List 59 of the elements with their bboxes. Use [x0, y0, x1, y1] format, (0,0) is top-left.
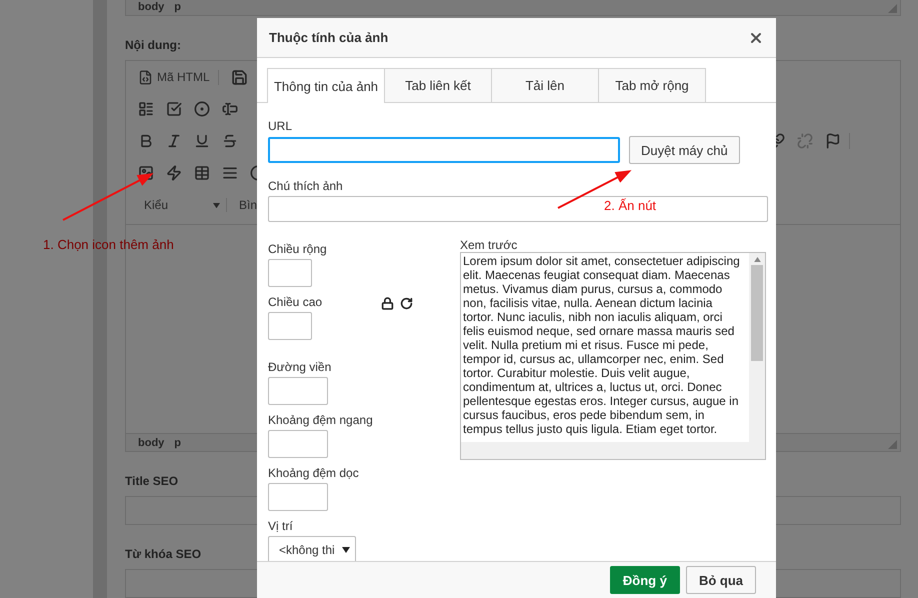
format-dropdown[interactable]: Bìn	[239, 198, 258, 212]
style-dropdown[interactable]: Kiểu	[138, 198, 227, 212]
flag-icon[interactable]	[825, 133, 841, 150]
tab[interactable]: Thông tin của ảnh	[267, 68, 385, 103]
source-button[interactable]: Mã HTML	[138, 70, 219, 85]
field-label: Đường viền	[268, 360, 332, 374]
number-field[interactable]	[268, 483, 328, 511]
number-field[interactable]	[268, 377, 328, 405]
number-field[interactable]	[268, 259, 312, 287]
field-label: URL	[268, 119, 292, 133]
path-item[interactable]: p	[174, 436, 182, 449]
field-label: Chiều rộng	[268, 242, 327, 256]
strikethrough-icon[interactable]	[222, 133, 238, 150]
horizontal-rule-icon[interactable]	[222, 165, 238, 182]
checkbox-icon[interactable]	[166, 101, 182, 118]
underline-icon[interactable]	[194, 133, 210, 150]
preview-text: Lorem ipsum dolor sit amet, consectetuer adipiscing elit. Maecenas feugiat consequat diam. Maecenas metus. Vivamus diam purus, cursus a, commodo non, facilisis vitae, nulla. Aenean dictum lacinia tortor. Nunc iaculis, nibh non iaculis aliquam, orci felis euismod neque, sed ornare massa mauris sed velit. Nulla pretium mi et risus. Fusce mi pede, tempor id, cursus ac, ullamcorper nec, enim. Sed tortor. Curabitur molestie. Duis velit augue, condimentum at, ultrices a, luctus ut, orci. Donec pellentesque egestas eros. Integer cursus, augue in cursus faucibus, eros pede bibendum sem, in tempus tellus justo quis ligula. Etiam eget tortor.	[462, 253, 741, 438]
caret-icon[interactable]	[342, 547, 350, 553]
url-field[interactable]	[268, 137, 620, 163]
lock-icon[interactable]	[381, 297, 394, 310]
field-label: Xem trước	[460, 238, 518, 252]
caption-field[interactable]	[268, 196, 768, 222]
ok-button[interactable]: Đồng ý	[610, 566, 680, 594]
text-field-icon[interactable]	[222, 101, 238, 118]
flash-icon[interactable]	[166, 165, 182, 182]
number-field[interactable]	[268, 430, 328, 458]
scrollbar-thumb[interactable]	[751, 265, 763, 362]
field-label: Vị trí	[268, 519, 293, 533]
form-icon[interactable]	[138, 101, 154, 118]
field-label: Khoảng đệm ngang	[268, 413, 373, 427]
resize-handle-icon	[888, 440, 897, 450]
italic-icon[interactable]	[166, 133, 182, 150]
cancel-button[interactable]: Bỏ qua	[686, 566, 756, 594]
resize-handle-icon	[888, 4, 897, 13]
annotation-text: 1. Chọn icon thêm ảnh	[43, 237, 174, 252]
number-field[interactable]	[268, 312, 312, 340]
tab[interactable]: Tab mở rộng	[599, 68, 706, 102]
field-label: Chiều cao	[268, 295, 322, 309]
scroll-up-icon[interactable]	[754, 257, 760, 262]
bold-icon[interactable]	[138, 133, 154, 150]
path-item[interactable]: body	[138, 436, 164, 449]
annotation-text: 2. Ấn nút	[604, 198, 656, 213]
field-label: Nội dung:	[125, 38, 181, 52]
save-icon[interactable]	[230, 68, 248, 86]
radio-icon[interactable]	[194, 101, 210, 118]
browse-server-button[interactable]: Duyệt máy chủ	[629, 136, 740, 164]
code-file-icon	[138, 70, 153, 85]
path-item[interactable]: body	[138, 1, 164, 14]
tab[interactable]: Tab liên kết	[385, 68, 492, 102]
reset-icon[interactable]	[400, 297, 414, 310]
tab[interactable]: Tải lên	[492, 68, 599, 102]
path-item[interactable]: p	[174, 1, 182, 14]
dialog-title: Thuộc tính của ảnh	[269, 30, 388, 45]
table-icon[interactable]	[194, 165, 210, 182]
field-label: Title SEO	[125, 474, 178, 488]
field-label: Từ khóa SEO	[125, 547, 202, 562]
field-label: Chú thích ảnh	[268, 179, 343, 193]
field-label: Khoảng đệm dọc	[268, 466, 359, 480]
image-icon[interactable]	[138, 165, 154, 182]
